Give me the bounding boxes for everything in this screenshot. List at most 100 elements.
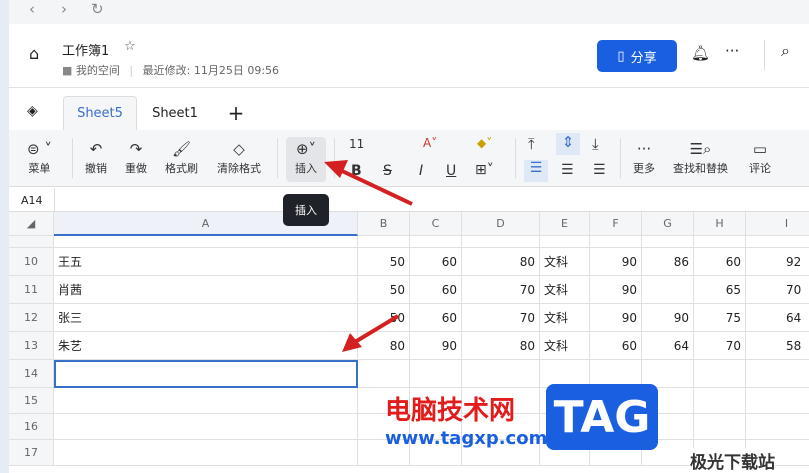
cell-e11[interactable]: 文科 — [540, 276, 590, 304]
cell-i16[interactable] — [746, 414, 809, 440]
cell-a16[interactable] — [54, 414, 358, 440]
more-button[interactable]: ··· 更多 — [633, 140, 655, 176]
row-header-12[interactable]: 12 — [9, 304, 54, 332]
bell-icon[interactable]: 🔔︎ — [691, 44, 710, 62]
align-left-icon[interactable]: ☰ — [524, 160, 548, 182]
cell-h12[interactable]: 75 — [694, 304, 746, 332]
cell-i10[interactable]: 92 — [746, 248, 809, 276]
column-header-h[interactable]: H — [694, 212, 746, 236]
cell-e13[interactable]: 文科 — [540, 332, 590, 360]
location-link[interactable]: 我的空间 — [76, 64, 120, 77]
column-header-g[interactable]: G — [642, 212, 694, 236]
cell-c12[interactable]: 60 — [410, 304, 462, 332]
cell-h13[interactable]: 70 — [694, 332, 746, 360]
row-header-17[interactable]: 17 — [9, 440, 54, 466]
star-icon[interactable]: ☆ — [124, 39, 136, 54]
row-header-10[interactable]: 10 — [9, 248, 54, 276]
cell-i11[interactable]: 70 — [746, 276, 809, 304]
cell-partial[interactable] — [462, 236, 540, 248]
cell-a11[interactable]: 肖茜 — [54, 276, 358, 304]
select-all-corner[interactable]: ◢ — [9, 212, 54, 236]
cell-partial[interactable] — [694, 236, 746, 248]
italic-button[interactable]: I — [419, 163, 423, 179]
layers-icon[interactable]: ◈ — [27, 103, 38, 119]
underline-button[interactable]: U — [446, 163, 456, 179]
row-header-11[interactable]: 11 — [9, 276, 54, 304]
cell-b14[interactable] — [358, 360, 410, 388]
cell-g13[interactable]: 64 — [642, 332, 694, 360]
column-header-e[interactable]: E — [540, 212, 590, 236]
name-box[interactable]: A14 — [21, 194, 43, 207]
row-header-15[interactable]: 15 — [9, 388, 54, 414]
cell-h16[interactable] — [694, 414, 746, 440]
cell-a14[interactable] — [54, 360, 358, 388]
row-header-partial[interactable] — [9, 236, 54, 248]
back-button[interactable]: ‹ — [29, 0, 35, 18]
cell-b13[interactable]: 80 — [358, 332, 410, 360]
cell-d12[interactable]: 70 — [462, 304, 540, 332]
cell-i13[interactable]: 58 — [746, 332, 809, 360]
row-header-16[interactable]: 16 — [9, 414, 54, 440]
cell-partial[interactable] — [410, 236, 462, 248]
cell-partial[interactable] — [590, 236, 642, 248]
redo-button[interactable]: ↷ 重做 — [125, 140, 147, 176]
align-right-icon[interactable]: ☰ — [593, 162, 606, 178]
column-header-b[interactable]: B — [358, 212, 410, 236]
add-sheet-button[interactable]: + — [221, 96, 251, 130]
cell-f12[interactable]: 90 — [590, 304, 642, 332]
cell-a10[interactable]: 王五 — [54, 248, 358, 276]
undo-button[interactable]: ↶ 撤销 — [85, 140, 107, 176]
clear-format-button[interactable]: ◇ 清除格式 — [217, 140, 261, 176]
home-icon[interactable]: ⌂ — [29, 44, 39, 63]
align-middle-icon[interactable]: ⇕ — [556, 133, 580, 155]
cell-d10[interactable]: 80 — [462, 248, 540, 276]
row-header-14[interactable]: 14 — [9, 360, 54, 388]
border-button[interactable]: ⊞˅ — [475, 162, 494, 178]
comment-button[interactable]: ▭ 评论 — [749, 140, 771, 176]
insert-button[interactable]: ⊕˅ 插入 — [286, 137, 326, 182]
column-header-d[interactable]: D — [462, 212, 540, 236]
cell-b12[interactable]: 50 — [358, 304, 410, 332]
cell-f11[interactable]: 90 — [590, 276, 642, 304]
cell-i12[interactable]: 64 — [746, 304, 809, 332]
cell-g10[interactable]: 86 — [642, 248, 694, 276]
cell-c13[interactable]: 90 — [410, 332, 462, 360]
share-button[interactable]: ▯ 分享 — [597, 40, 677, 72]
cell-a13[interactable]: 朱艺 — [54, 332, 358, 360]
forward-button[interactable]: › — [61, 0, 67, 18]
reload-button[interactable]: ↻ — [91, 0, 104, 18]
cell-b10[interactable]: 50 — [358, 248, 410, 276]
cell-c11[interactable]: 60 — [410, 276, 462, 304]
cell-e10[interactable]: 文科 — [540, 248, 590, 276]
search-icon[interactable]: ⌕ — [781, 41, 790, 61]
cell-h15[interactable] — [694, 388, 746, 414]
more-button[interactable]: ··· — [725, 42, 739, 60]
cell-g12[interactable]: 90 — [642, 304, 694, 332]
cell-partial[interactable] — [746, 236, 809, 248]
menu-button[interactable]: ⊜ ˅ 菜单 — [27, 140, 52, 176]
font-size-select[interactable]: 11 — [349, 137, 364, 151]
cell-a15[interactable] — [54, 388, 358, 414]
cell-partial[interactable] — [358, 236, 410, 248]
cell-h11[interactable]: 65 — [694, 276, 746, 304]
format-painter-button[interactable]: 🖌︎ 格式刷 — [165, 140, 198, 176]
strike-button[interactable]: S — [383, 163, 392, 179]
align-top-icon[interactable]: ⤒ — [528, 135, 535, 153]
cell-f10[interactable]: 90 — [590, 248, 642, 276]
align-center-icon[interactable]: ☰ — [561, 162, 574, 178]
cell-a17[interactable] — [54, 440, 358, 466]
fill-color-button[interactable]: ◆˅ — [477, 136, 492, 150]
cell-i14[interactable] — [746, 360, 809, 388]
bold-button[interactable]: B — [351, 163, 362, 179]
cell-h14[interactable] — [694, 360, 746, 388]
cell-g11[interactable] — [642, 276, 694, 304]
cell-e12[interactable]: 文科 — [540, 304, 590, 332]
font-color-button[interactable]: A˅ — [423, 136, 437, 150]
row-header-13[interactable]: 13 — [9, 332, 54, 360]
cell-b11[interactable]: 50 — [358, 276, 410, 304]
find-replace-button[interactable]: ☰⌕ 查找和替换 — [673, 140, 728, 176]
doc-title[interactable]: 工作簿1 — [62, 40, 109, 59]
cell-i15[interactable] — [746, 388, 809, 414]
cell-a12[interactable]: 张三 — [54, 304, 358, 332]
cell-partial[interactable] — [54, 236, 358, 248]
